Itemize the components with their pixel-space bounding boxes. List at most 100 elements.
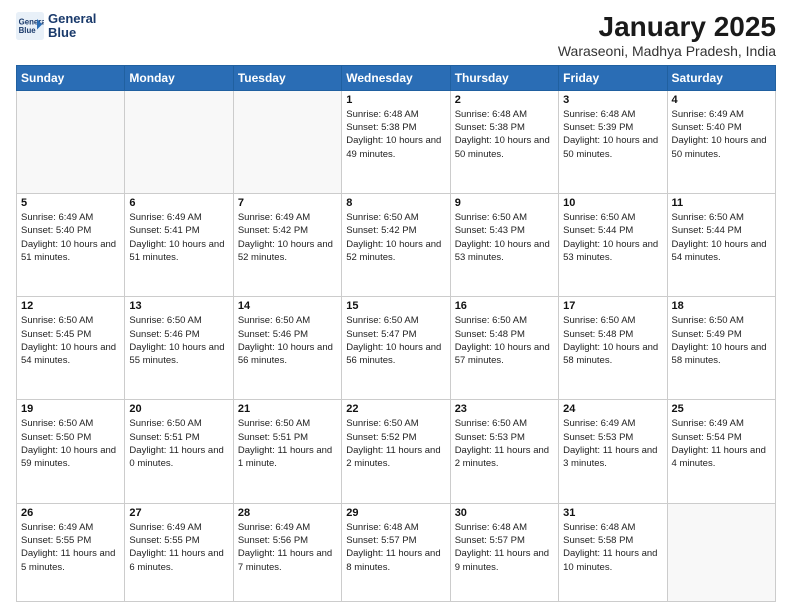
day-info: Sunrise: 6:50 AM Sunset: 5:42 PM Dayligh…	[346, 211, 445, 264]
day-info: Sunrise: 6:48 AM Sunset: 5:38 PM Dayligh…	[455, 108, 554, 161]
col-thursday: Thursday	[450, 65, 558, 90]
day-info: Sunrise: 6:48 AM Sunset: 5:38 PM Dayligh…	[346, 108, 445, 161]
day-info: Sunrise: 6:49 AM Sunset: 5:40 PM Dayligh…	[672, 108, 771, 161]
day-info: Sunrise: 6:50 AM Sunset: 5:46 PM Dayligh…	[238, 314, 337, 367]
day-number: 13	[129, 300, 228, 312]
day-number: 9	[455, 197, 554, 209]
day-number: 15	[346, 300, 445, 312]
day-info: Sunrise: 6:48 AM Sunset: 5:57 PM Dayligh…	[455, 521, 554, 574]
day-number: 17	[563, 300, 662, 312]
day-info: Sunrise: 6:50 AM Sunset: 5:43 PM Dayligh…	[455, 211, 554, 264]
col-sunday: Sunday	[17, 65, 125, 90]
day-info: Sunrise: 6:49 AM Sunset: 5:55 PM Dayligh…	[129, 521, 228, 574]
table-row: 2 Sunrise: 6:48 AM Sunset: 5:38 PM Daylig…	[450, 90, 558, 193]
table-row: 24 Sunrise: 6:49 AM Sunset: 5:53 PM Dayli…	[559, 400, 667, 503]
day-number: 31	[563, 507, 662, 519]
day-number: 22	[346, 403, 445, 415]
day-number: 25	[672, 403, 771, 415]
day-number: 21	[238, 403, 337, 415]
col-monday: Monday	[125, 65, 233, 90]
table-row: 20 Sunrise: 6:50 AM Sunset: 5:51 PM Dayli…	[125, 400, 233, 503]
day-number: 20	[129, 403, 228, 415]
day-info: Sunrise: 6:50 AM Sunset: 5:46 PM Dayligh…	[129, 314, 228, 367]
day-number: 1	[346, 94, 445, 106]
day-info: Sunrise: 6:49 AM Sunset: 5:42 PM Dayligh…	[238, 211, 337, 264]
day-number: 8	[346, 197, 445, 209]
day-number: 4	[672, 94, 771, 106]
page: General Blue General Blue January 2025 W…	[0, 0, 792, 612]
day-info: Sunrise: 6:50 AM Sunset: 5:53 PM Dayligh…	[455, 417, 554, 470]
col-saturday: Saturday	[667, 65, 775, 90]
day-number: 10	[563, 197, 662, 209]
day-number: 5	[21, 197, 120, 209]
col-friday: Friday	[559, 65, 667, 90]
table-row: 29Sunrise: 6:48 AM Sunset: 5:57 PM Dayli…	[342, 503, 450, 601]
location-title: Waraseoni, Madhya Pradesh, India	[558, 43, 776, 59]
day-info: Sunrise: 6:49 AM Sunset: 5:40 PM Dayligh…	[21, 211, 120, 264]
logo-line2: Blue	[48, 25, 76, 40]
day-info: Sunrise: 6:50 AM Sunset: 5:48 PM Dayligh…	[455, 314, 554, 367]
day-number: 3	[563, 94, 662, 106]
table-row: 17 Sunrise: 6:50 AM Sunset: 5:48 PM Dayli…	[559, 297, 667, 400]
day-info: Sunrise: 6:50 AM Sunset: 5:48 PM Dayligh…	[563, 314, 662, 367]
table-row: 21 Sunrise: 6:50 AM Sunset: 5:51 PM Dayli…	[233, 400, 341, 503]
month-title: January 2025	[558, 12, 776, 43]
table-row: 22Sunrise: 6:50 AM Sunset: 5:52 PM Dayli…	[342, 400, 450, 503]
day-number: 2	[455, 94, 554, 106]
day-number: 6	[129, 197, 228, 209]
table-row: 25Sunrise: 6:49 AM Sunset: 5:54 PM Dayli…	[667, 400, 775, 503]
table-row: 26Sunrise: 6:49 AM Sunset: 5:55 PM Dayli…	[17, 503, 125, 601]
day-number: 24	[563, 403, 662, 415]
day-number: 30	[455, 507, 554, 519]
table-row	[667, 503, 775, 601]
day-info: Sunrise: 6:50 AM Sunset: 5:45 PM Dayligh…	[21, 314, 120, 367]
col-tuesday: Tuesday	[233, 65, 341, 90]
table-row: 1 Sunrise: 6:48 AM Sunset: 5:38 PM Daylig…	[342, 90, 450, 193]
table-row: 3 Sunrise: 6:48 AM Sunset: 5:39 PM Daylig…	[559, 90, 667, 193]
calendar-table: Sunday Monday Tuesday Wednesday Thursday…	[16, 65, 776, 602]
table-row: 6 Sunrise: 6:49 AM Sunset: 5:41 PM Daylig…	[125, 194, 233, 297]
day-info: Sunrise: 6:50 AM Sunset: 5:47 PM Dayligh…	[346, 314, 445, 367]
table-row: 30 Sunrise: 6:48 AM Sunset: 5:57 PM Dayli…	[450, 503, 558, 601]
table-row: 10 Sunrise: 6:50 AM Sunset: 5:44 PM Dayli…	[559, 194, 667, 297]
day-number: 23	[455, 403, 554, 415]
table-row: 13 Sunrise: 6:50 AM Sunset: 5:46 PM Dayli…	[125, 297, 233, 400]
day-info: Sunrise: 6:48 AM Sunset: 5:39 PM Dayligh…	[563, 108, 662, 161]
day-number: 7	[238, 197, 337, 209]
table-row: 16 Sunrise: 6:50 AM Sunset: 5:48 PM Dayli…	[450, 297, 558, 400]
day-number: 12	[21, 300, 120, 312]
day-info: Sunrise: 6:50 AM Sunset: 5:44 PM Dayligh…	[563, 211, 662, 264]
logo-text: General Blue	[48, 12, 96, 41]
day-info: Sunrise: 6:50 AM Sunset: 5:51 PM Dayligh…	[129, 417, 228, 470]
table-row: 23 Sunrise: 6:50 AM Sunset: 5:53 PM Dayli…	[450, 400, 558, 503]
table-row: 31 Sunrise: 6:48 AM Sunset: 5:58 PM Dayli…	[559, 503, 667, 601]
calendar-row: 1 Sunrise: 6:48 AM Sunset: 5:38 PM Daylig…	[17, 90, 776, 193]
table-row: 15 Sunrise: 6:50 AM Sunset: 5:47 PM Dayli…	[342, 297, 450, 400]
day-number: 19	[21, 403, 120, 415]
day-info: Sunrise: 6:48 AM Sunset: 5:58 PM Dayligh…	[563, 521, 662, 574]
day-info: Sunrise: 6:49 AM Sunset: 5:56 PM Dayligh…	[238, 521, 337, 574]
day-info: Sunrise: 6:49 AM Sunset: 5:53 PM Dayligh…	[563, 417, 662, 470]
col-wednesday: Wednesday	[342, 65, 450, 90]
calendar-row: 5 Sunrise: 6:49 AM Sunset: 5:40 PM Daylig…	[17, 194, 776, 297]
day-number: 18	[672, 300, 771, 312]
day-info: Sunrise: 6:49 AM Sunset: 5:41 PM Dayligh…	[129, 211, 228, 264]
day-number: 16	[455, 300, 554, 312]
calendar-row: 12 Sunrise: 6:50 AM Sunset: 5:45 PM Dayli…	[17, 297, 776, 400]
table-row: 28 Sunrise: 6:49 AM Sunset: 5:56 PM Dayli…	[233, 503, 341, 601]
day-number: 26	[21, 507, 120, 519]
table-row: 5 Sunrise: 6:49 AM Sunset: 5:40 PM Daylig…	[17, 194, 125, 297]
logo-line1: General	[48, 11, 96, 26]
table-row: 14Sunrise: 6:50 AM Sunset: 5:46 PM Dayli…	[233, 297, 341, 400]
table-row: 18Sunrise: 6:50 AM Sunset: 5:49 PM Dayli…	[667, 297, 775, 400]
calendar-row: 26 Sunrise: 6:49 AM Sunset: 5:55 PM Dayli…	[17, 503, 776, 601]
table-row: 4 Sunrise: 6:49 AM Sunset: 5:40 PM Daylig…	[667, 90, 775, 193]
table-row: 19 Sunrise: 6:50 AM Sunset: 5:50 PM Dayli…	[17, 400, 125, 503]
day-info: Sunrise: 6:50 AM Sunset: 5:51 PM Dayligh…	[238, 417, 337, 470]
calendar-header-row: Sunday Monday Tuesday Wednesday Thursday…	[17, 65, 776, 90]
title-block: January 2025 Waraseoni, Madhya Pradesh, …	[558, 12, 776, 59]
table-row: 11Sunrise: 6:50 AM Sunset: 5:44 PM Dayli…	[667, 194, 775, 297]
day-info: Sunrise: 6:50 AM Sunset: 5:50 PM Dayligh…	[21, 417, 120, 470]
day-number: 28	[238, 507, 337, 519]
table-row: 7 Sunrise: 6:49 AM Sunset: 5:42 PM Daylig…	[233, 194, 341, 297]
